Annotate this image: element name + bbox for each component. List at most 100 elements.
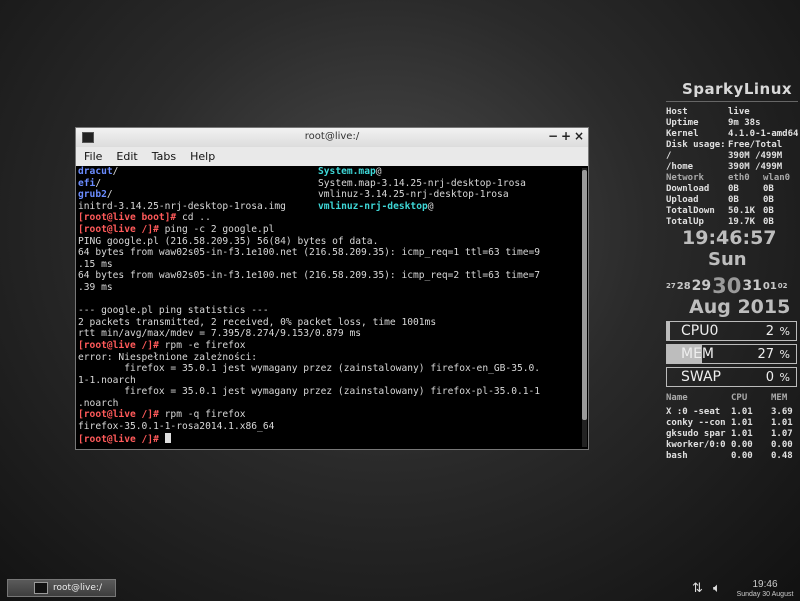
- process-name: bash: [666, 451, 688, 461]
- taskbar-task-terminal[interactable]: root@live:/: [7, 579, 116, 597]
- menu-tabs[interactable]: Tabs: [152, 150, 176, 163]
- meter-swap: SWAP 0%: [666, 367, 797, 387]
- terminal-text: /: [112, 166, 119, 177]
- terminal-text: efi: [78, 177, 96, 189]
- network-transfer-icon[interactable]: ⇅: [692, 581, 703, 596]
- process-mem: 1.07: [771, 429, 793, 439]
- terminal-text: grub2: [78, 189, 107, 201]
- terminal-output[interactable]: dracut/System.map@ efi/System.map-3.14.25…: [76, 166, 580, 449]
- process-mem: MEM: [771, 393, 788, 403]
- conky-row: Upload 0B 0B: [666, 195, 774, 206]
- date-day: 31: [742, 278, 762, 294]
- conky-row: /home 390M /499M: [666, 162, 782, 173]
- conky-row: TotalDown 50.1K 0B: [666, 206, 774, 217]
- terminal-line: [root@live /]# ping -c 2 google.pl: [78, 224, 580, 236]
- conky-key: /: [666, 151, 672, 161]
- terminal-text: PING google.pl (216.58.209.35) 56(84) by…: [78, 235, 379, 247]
- maximize-button[interactable]: +: [561, 129, 571, 143]
- process-name: X :0 -seat: [666, 407, 721, 417]
- terminal-line: efi/ System.map-3.14.25-nrj-desktop-1rosa: [78, 178, 580, 190]
- terminal-text: .39 ms: [78, 281, 113, 293]
- terminal-text: [root@live /]#: [78, 339, 165, 351]
- terminal-line: initrd-3.14.25-nrj-desktop-1rosa.img vmli…: [78, 201, 580, 213]
- conky-value: 0B: [728, 195, 739, 205]
- close-button[interactable]: ×: [574, 129, 584, 143]
- conky-row: Download 0B 0B: [666, 184, 774, 195]
- meter-value: 2: [765, 324, 774, 339]
- process-cpu: 1.01: [731, 429, 753, 439]
- scrollbar-thumb[interactable]: [582, 170, 587, 420]
- terminal-window[interactable]: root@live:/ − + × File Edit Tabs Help dr…: [75, 127, 589, 450]
- conky-value: 19.7K: [728, 217, 756, 227]
- process-row: bash 0.00 0.48: [666, 451, 793, 462]
- separator: [666, 101, 798, 102]
- terminal-line: 64 bytes from waw02s05-in-f3.1e100.net (…: [78, 270, 580, 282]
- date-today: 30: [712, 274, 742, 298]
- process-cpu: 1.01: [731, 407, 753, 417]
- conky-value: 4.1.0-1-amd64: [728, 129, 799, 139]
- terminal-line: PING google.pl (216.58.209.35) 56(84) by…: [78, 236, 580, 248]
- menu-file[interactable]: File: [84, 150, 102, 163]
- process-cpu: CPU: [731, 393, 748, 403]
- terminal-column-2: vmlinuz-3.14.25-nrj-desktop-1rosa: [318, 189, 509, 201]
- terminal-line: rtt min/avg/max/mdev = 7.395/8.274/9.153…: [78, 328, 580, 340]
- process-row: X :0 -seat 1.01 3.69: [666, 407, 793, 418]
- distro-name: SparkyLinux: [682, 80, 793, 98]
- terminal-text: 2 packets transmitted, 2 received, 0% pa…: [78, 316, 437, 328]
- conky-key: TotalDown: [666, 206, 715, 216]
- terminal-line: 1-1.noarch: [78, 375, 580, 387]
- terminal-line: 2 packets transmitted, 2 received, 0% pa…: [78, 317, 580, 329]
- volume-icon[interactable]: 🔈︎: [713, 581, 721, 596]
- window-title: root@live:/: [304, 131, 360, 142]
- terminal-text: firefox = 35.0.1 jest wymagany przez (za…: [78, 363, 541, 375]
- process-mem: 0.48: [771, 451, 793, 461]
- taskbar-clock[interactable]: 19:46 Sunday 30 August: [734, 579, 796, 599]
- conky-value: 390M /499M: [728, 162, 783, 172]
- conky-value: 9m 38s: [728, 118, 761, 128]
- conky-value: live: [728, 107, 750, 117]
- date-day: 29: [691, 278, 712, 294]
- conky-value-2: 0B: [763, 195, 774, 205]
- conky-key: Host: [666, 107, 688, 117]
- terminal-line: [root@live boot]# cd ..: [78, 212, 580, 224]
- terminal-column-2: System.map@: [318, 166, 382, 178]
- window-titlebar[interactable]: root@live:/ − + ×: [76, 128, 588, 147]
- meter-label: CPU0: [681, 323, 719, 339]
- conky-row: Host live: [666, 107, 750, 118]
- terminal-text: 64 bytes from waw02s05-in-f3.1e100.net (…: [78, 270, 541, 282]
- terminal-text: rpm -e firefox: [164, 339, 246, 351]
- terminal-line: [root@live /]# rpm -e firefox: [78, 340, 580, 352]
- terminal-text: firefox-35.0.1-1-rosa2014.1.x86_64: [78, 421, 275, 433]
- terminal-text: 64 bytes from waw02s05-in-f3.1e100.net (…: [78, 247, 541, 259]
- terminal-text: --- google.pl ping statistics ---: [78, 305, 269, 317]
- terminal-text: ping -c 2 google.pl: [164, 223, 275, 235]
- task-label: root@live:/: [53, 583, 102, 593]
- process-row: conky --con 1.01 1.01: [666, 418, 793, 429]
- terminal-line: firefox = 35.0.1 jest wymagany przez (za…: [78, 386, 580, 398]
- meter-unit: %: [779, 348, 790, 361]
- terminal-line: [root@live /]#: [78, 432, 580, 445]
- meter-cpu0: CPU0 2%: [666, 321, 797, 341]
- date-day: 02: [777, 282, 788, 290]
- terminal-text: initrd-3.14.25-nrj-desktop-1rosa.img: [78, 200, 286, 212]
- process-name: Name: [666, 393, 688, 403]
- process-mem: 1.01: [771, 418, 793, 428]
- meter-label: MEM: [681, 346, 715, 362]
- terminal-line: firefox-35.0.1-1-rosa2014.1.x86_64: [78, 421, 580, 433]
- terminal-text: error: Niespełnione zależności:: [78, 351, 258, 363]
- conky-key: Disk usage:: [666, 140, 726, 150]
- menu-help[interactable]: Help: [190, 150, 215, 163]
- meter-label: SWAP: [681, 369, 721, 385]
- clock-time: 19:46:57: [682, 227, 777, 249]
- terminal-line: --- google.pl ping statistics ---: [78, 305, 580, 317]
- conky-row: / 390M /499M: [666, 151, 782, 162]
- conky-value-2: 0B: [763, 184, 774, 194]
- minimize-button[interactable]: −: [548, 129, 558, 143]
- process-header: Name CPU MEM: [666, 393, 787, 404]
- terminal-line: .noarch: [78, 398, 580, 410]
- terminal-text: 1-1.noarch: [78, 374, 136, 386]
- menu-edit[interactable]: Edit: [116, 150, 137, 163]
- conky-value-2: wlan0: [763, 173, 791, 183]
- conky-value: Free/Total: [728, 140, 783, 150]
